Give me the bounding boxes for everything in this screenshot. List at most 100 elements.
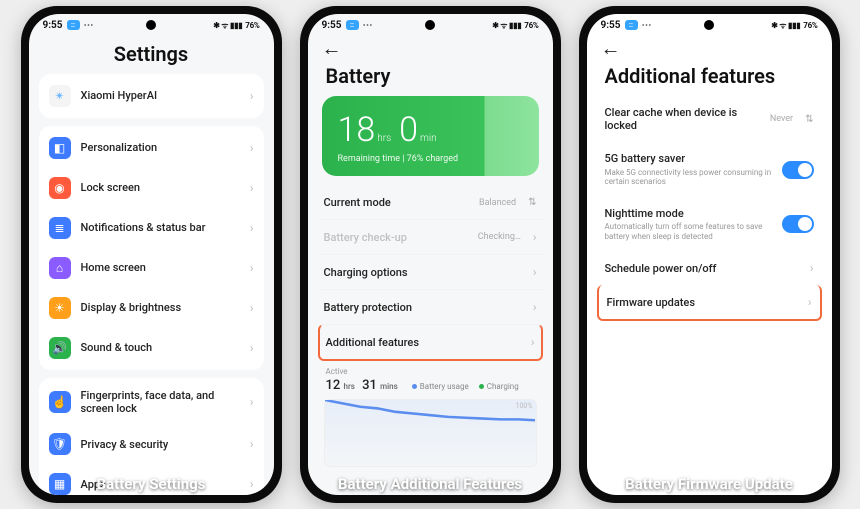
settings-row-fingerprints-face-data-and-screen-lock[interactable]: ☝ Fingerprints, face data, and screen loc… bbox=[39, 380, 264, 424]
row-label: Clear cache when device is locked bbox=[605, 106, 760, 132]
battery-row-additional-features[interactable]: Additional features› bbox=[318, 324, 543, 361]
chevron-right-icon: › bbox=[533, 300, 537, 314]
camera-notch bbox=[146, 20, 156, 30]
active-info: Active 12 hrs 31 mins Battery usage Char… bbox=[318, 361, 543, 395]
settings-row-xiaomi-hyperai[interactable]: ✴Xiaomi HyperAI› bbox=[39, 76, 264, 116]
additional-rows: Clear cache when device is lockedNever⇅5… bbox=[587, 96, 832, 495]
phone-frame-2: 9:55 :: ⋯ ✱ ᯤ ▮▮▮ 76% ← Battery 18 hrs 0… bbox=[300, 6, 561, 503]
toggle-switch[interactable] bbox=[782, 215, 814, 233]
active-mins-u: mins bbox=[380, 382, 398, 391]
status-indicators: ✱ ᯤ ▮▮▮ bbox=[771, 20, 800, 31]
row-label: Notifications & status bar bbox=[81, 221, 240, 234]
row-sub: Make 5G connectivity less power consumin… bbox=[605, 168, 772, 187]
page-title: Settings bbox=[47, 42, 256, 66]
page-title: Battery bbox=[326, 64, 535, 88]
updown-icon: ⇅ bbox=[528, 197, 536, 208]
settings-card: ✴Xiaomi HyperAI› bbox=[39, 74, 264, 118]
fingerprints,-icon: ☝ bbox=[49, 391, 71, 413]
battery-chart[interactable]: 100% bbox=[324, 399, 537, 467]
apps-icon: ▦ bbox=[49, 473, 71, 495]
status-battery-pct: 76% bbox=[245, 21, 259, 30]
legend-charging: Charging bbox=[487, 382, 519, 391]
battery-row-battery-protection[interactable]: Battery protection› bbox=[318, 289, 543, 324]
chart-svg bbox=[325, 400, 536, 484]
row-label: Apps bbox=[81, 478, 240, 491]
row-label: Xiaomi HyperAI bbox=[81, 89, 240, 102]
active-hours-u: hrs bbox=[344, 382, 355, 391]
phone-frame-3: 9:55 :: ⋯ ✱ ᯤ ▮▮▮ 76% ← Additional featu… bbox=[579, 6, 840, 503]
status-time: 9:55 bbox=[322, 20, 342, 31]
remaining-hours: 18 bbox=[338, 110, 376, 150]
chevron-right-icon: › bbox=[250, 301, 254, 315]
settings-row-sound-touch[interactable]: 🔊Sound & touch› bbox=[39, 328, 264, 368]
chevron-right-icon: › bbox=[250, 341, 254, 355]
chevron-right-icon: › bbox=[250, 221, 254, 235]
battery-row-battery-check-up[interactable]: Battery check-upChecking…› bbox=[318, 219, 543, 254]
xiaomi-icon: ✴ bbox=[49, 85, 71, 107]
mi-badge-icon: :: bbox=[67, 20, 80, 30]
phone-frame-1: 9:55 :: ⋯ ✱ ᯤ ▮▮▮ 76% Settings ✴Xiaomi H… bbox=[21, 6, 282, 503]
row-label: Additional features bbox=[326, 336, 521, 349]
additional-row-schedule-power-on-off[interactable]: Schedule power on/off › bbox=[597, 251, 822, 285]
additional-row-5g-battery-saver[interactable]: 5G battery saver Make 5G connectivity les… bbox=[597, 142, 822, 196]
legend-usage: Battery usage bbox=[420, 382, 469, 391]
settings-row-home-screen[interactable]: ⌂Home screen› bbox=[39, 248, 264, 288]
row-label: Battery check-up bbox=[324, 231, 468, 244]
remaining-mins: 0 bbox=[399, 110, 418, 150]
row-label: 5G battery saver bbox=[605, 152, 772, 165]
additional-row-nighttime-mode[interactable]: Nighttime modeAutomatically turn off som… bbox=[597, 197, 822, 251]
camera-notch bbox=[425, 20, 435, 30]
status-indicators: ✱ ᯤ ▮▮▮ bbox=[213, 20, 242, 31]
chevron-right-icon: › bbox=[533, 230, 537, 244]
status-dots-icon: ⋯ bbox=[642, 20, 651, 31]
active-mins: 31 bbox=[362, 378, 377, 393]
battery-row-current-mode[interactable]: Current modeBalanced⇅ bbox=[318, 186, 543, 219]
page-header: Additional features bbox=[587, 58, 832, 96]
back-button[interactable]: ← bbox=[308, 36, 553, 58]
settings-row-apps[interactable]: ▦ Apps › bbox=[39, 464, 264, 495]
battery-rows: Current modeBalanced⇅Battery check-upChe… bbox=[318, 186, 543, 361]
active-hours: 12 bbox=[326, 378, 341, 393]
row-label: Display & brightness bbox=[81, 301, 240, 314]
status-dots-icon: ⋯ bbox=[84, 20, 93, 31]
row-label: Home screen bbox=[81, 261, 240, 274]
back-button[interactable]: ← bbox=[587, 36, 832, 58]
battery-content[interactable]: 18 hrs 0 min Remaining time | 76% charge… bbox=[308, 96, 553, 495]
additional-row-clear-cache-when-device-is-locked[interactable]: Clear cache when device is lockedNever⇅ bbox=[597, 96, 822, 142]
battery-hero-card[interactable]: 18 hrs 0 min Remaining time | 76% charge… bbox=[322, 96, 539, 176]
updown-icon: ⇅ bbox=[805, 114, 813, 125]
settings-list[interactable]: ✴Xiaomi HyperAI›◧Personalization›◉Lock s… bbox=[29, 74, 274, 495]
chevron-right-icon: › bbox=[250, 181, 254, 195]
screen-battery: 9:55 :: ⋯ ✱ ᯤ ▮▮▮ 76% ← Battery 18 hrs 0… bbox=[308, 14, 553, 495]
additional-row-firmware-updates[interactable]: Firmware updates› bbox=[597, 285, 822, 321]
row-label: Fingerprints, face data, and screen lock bbox=[81, 389, 240, 415]
page-title: Additional features bbox=[605, 64, 814, 88]
status-battery-pct: 76% bbox=[803, 21, 817, 30]
row-label: Firmware updates bbox=[607, 296, 798, 309]
camera-notch bbox=[704, 20, 714, 30]
row-label: Personalization bbox=[81, 141, 240, 154]
mi-badge-icon: :: bbox=[346, 20, 359, 30]
settings-row-display-brightness[interactable]: ☀ Display & brightness › bbox=[39, 288, 264, 328]
notifications-icon: ≣ bbox=[49, 217, 71, 239]
active-label: Active bbox=[326, 367, 535, 376]
row-label: Schedule power on/off bbox=[605, 262, 800, 275]
chevron-right-icon: › bbox=[250, 477, 254, 491]
row-label: Charging options bbox=[324, 266, 523, 279]
legend-usage-dot bbox=[412, 384, 417, 389]
display-icon: ☀ bbox=[49, 297, 71, 319]
personalization-icon: ◧ bbox=[49, 137, 71, 159]
settings-row-notifications-status-bar[interactable]: ≣ Notifications & status bar › bbox=[39, 208, 264, 248]
remaining-hours-unit: hrs bbox=[377, 133, 391, 144]
row-label: Privacy & security bbox=[81, 438, 240, 451]
row-sub: Automatically turn off some features to … bbox=[605, 222, 772, 241]
settings-row-lock-screen[interactable]: ◉Lock screen› bbox=[39, 168, 264, 208]
settings-row-privacy-security[interactable]: 🛡Privacy & security› bbox=[39, 424, 264, 464]
settings-row-personalization[interactable]: ◧Personalization› bbox=[39, 128, 264, 168]
toggle-switch[interactable] bbox=[782, 161, 814, 179]
sound-icon: 🔊 bbox=[49, 337, 71, 359]
home-icon: ⌂ bbox=[49, 257, 71, 279]
row-label: Current mode bbox=[324, 196, 469, 209]
battery-row-charging-options[interactable]: Charging options› bbox=[318, 254, 543, 289]
chevron-right-icon: › bbox=[810, 261, 814, 275]
